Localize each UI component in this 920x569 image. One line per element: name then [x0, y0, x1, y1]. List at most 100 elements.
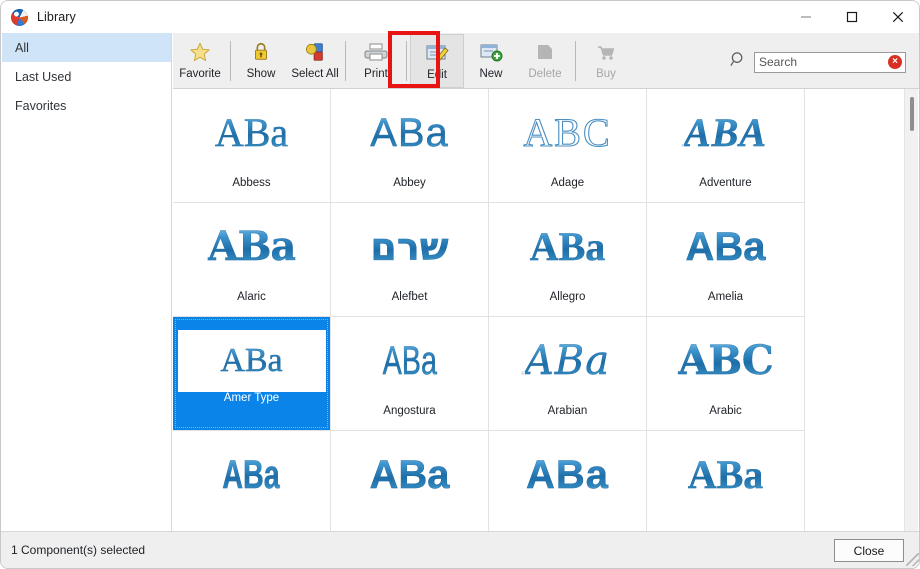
status-bar: 1 Component(s) selected Close: [1, 531, 919, 568]
sidebar-item-last-used[interactable]: Last Used: [2, 62, 171, 91]
font-sample: ABC: [523, 110, 612, 155]
new-button[interactable]: New: [464, 34, 518, 88]
sidebar: All Last Used Favorites: [2, 33, 172, 531]
font-name: Arabic: [709, 405, 742, 417]
sidebar-item-favorites[interactable]: Favorites: [2, 91, 171, 120]
toolbar-separator: [230, 41, 231, 81]
grid-item[interactable]: ABa Amelia: [647, 203, 805, 317]
font-preview: ABa: [492, 203, 644, 291]
star-icon: [189, 39, 211, 65]
grid-item[interactable]: ABA Adventure: [647, 89, 805, 203]
edit-pencil-icon: [425, 40, 449, 66]
font-sample: ABa: [222, 453, 281, 497]
font-preview: ABa: [334, 431, 486, 519]
window-title: Library: [37, 10, 76, 24]
toolbar: Favorite Show Select All Print Edit New …: [173, 33, 919, 89]
font-sample: ABa: [525, 453, 610, 497]
grid-item[interactable]: ABa: [173, 431, 331, 531]
search-input[interactable]: [759, 55, 888, 69]
toolbar-separator: [406, 41, 407, 81]
font-name: Arabian: [547, 405, 588, 417]
font-preview: ABa: [492, 431, 644, 519]
font-grid-pane: ABa Abbess ABa Abbey ABC Adage ABA Adven…: [173, 89, 906, 531]
font-sample: ABa: [685, 225, 766, 269]
magnifier-icon: [730, 51, 747, 73]
font-preview: ABa: [650, 203, 802, 291]
window-controls: [783, 1, 919, 33]
font-preview: ABa: [650, 431, 802, 519]
library-window: Library All Last Used Favorites Favorite…: [0, 0, 920, 569]
grid-item[interactable]: ABa Abbey: [331, 89, 489, 203]
toolbar-separator: [575, 41, 576, 81]
cubes-icon: [304, 39, 326, 65]
scrollbar-thumb[interactable]: [910, 97, 914, 131]
grid-item[interactable]: ABa: [489, 431, 647, 531]
font-sample: ABa: [529, 224, 606, 269]
toolbar-label: New: [479, 68, 503, 80]
clear-circle-icon[interactable]: ×: [888, 55, 902, 69]
grid-item[interactable]: ABC Arabic: [647, 317, 805, 431]
font-sample: ABa: [370, 111, 449, 155]
lock-icon: [251, 39, 271, 65]
show-button[interactable]: Show: [234, 34, 288, 88]
sidebar-item-label: Last Used: [15, 69, 72, 84]
maximize-icon[interactable]: [829, 1, 875, 33]
font-preview: ABC: [650, 317, 802, 405]
toolbar-label: Print: [364, 68, 388, 80]
font-name: Alaric: [237, 291, 266, 303]
title-bar: Library: [1, 1, 919, 33]
library-app-icon: [11, 8, 28, 26]
font-grid: ABa Abbess ABa Abbey ABC Adage ABA Adven…: [173, 89, 906, 531]
select-all-button[interactable]: Select All: [288, 34, 342, 88]
toolbar-separator: [345, 41, 346, 81]
font-name: Amelia: [707, 291, 744, 303]
toolbar-label: Favorite: [179, 68, 221, 80]
font-sample: ABa: [214, 110, 289, 155]
grid-item[interactable]: ABa Allegro: [489, 203, 647, 317]
font-preview: ABa: [334, 89, 486, 177]
grid-item[interactable]: ABa Abbess: [173, 89, 331, 203]
toolbar-group-print: Print: [349, 33, 403, 89]
toolbar-label: Delete: [528, 68, 562, 80]
font-preview: ABa: [176, 89, 328, 177]
font-name: Alefbet: [391, 291, 428, 303]
grid-item[interactable]: ABa Arabian: [489, 317, 647, 431]
grid-item[interactable]: ABa Alaric: [173, 203, 331, 317]
font-sample: ABa: [687, 452, 764, 497]
font-sample: ABa: [382, 339, 437, 383]
toolbar-label: Edit: [427, 69, 447, 81]
cart-icon: [595, 39, 617, 65]
vertical-scrollbar[interactable]: [904, 89, 918, 531]
status-text: 1 Component(s) selected: [11, 543, 146, 557]
search-box[interactable]: ×: [754, 51, 906, 73]
printer-icon: [364, 39, 388, 65]
grid-item[interactable]: ABa Angostura: [331, 317, 489, 431]
delete-button: Delete: [518, 34, 572, 88]
edit-button[interactable]: Edit: [410, 34, 464, 88]
sidebar-item-label: Favorites: [15, 98, 67, 113]
toolbar-label: Select All: [291, 68, 339, 80]
font-name: Adventure: [699, 177, 752, 189]
font-name: Abbey: [393, 177, 426, 189]
font-preview: ABa: [176, 203, 328, 291]
close-button[interactable]: Close: [834, 539, 904, 562]
sidebar-item-all[interactable]: All: [2, 33, 171, 62]
grid-item[interactable]: שרם Alefbet: [331, 203, 489, 317]
favorite-button[interactable]: Favorite: [173, 34, 227, 88]
grid-item[interactable]: ABC Adage: [489, 89, 647, 203]
grid-item-selected[interactable]: ABa Amer Type: [173, 317, 331, 431]
font-sample: ABC: [678, 337, 774, 384]
font-preview: ABa: [492, 317, 644, 405]
grid-item[interactable]: ABa: [647, 431, 805, 531]
font-name: Angostura: [383, 405, 436, 417]
minimize-icon[interactable]: [783, 1, 829, 33]
selection-focus-ring: [175, 319, 328, 428]
print-button[interactable]: Print: [349, 34, 403, 88]
resize-grip[interactable]: [906, 553, 919, 566]
grid-item[interactable]: ABa: [331, 431, 489, 531]
font-preview: שרם: [334, 203, 486, 291]
toolbar-group-edit: Edit New Delete: [410, 33, 572, 89]
font-preview: ABC: [492, 89, 644, 177]
close-icon[interactable]: [875, 1, 919, 33]
font-sample: ABa: [207, 223, 296, 270]
